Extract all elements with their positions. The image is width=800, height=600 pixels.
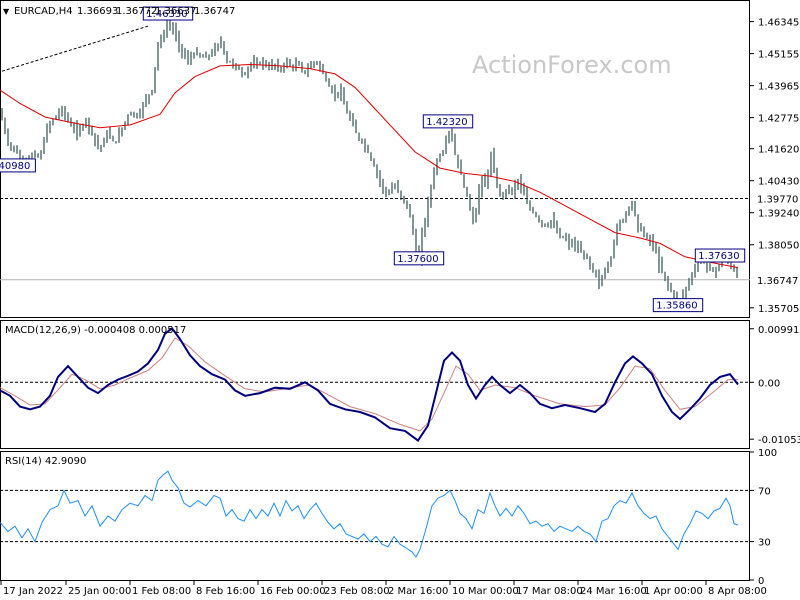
price-annotation-label: 1.35860 bbox=[656, 301, 697, 312]
price-annotation-label: 1.42320 bbox=[426, 117, 467, 128]
watermark: ActionForex.com bbox=[472, 51, 672, 79]
ohlc-low: 1.36637 bbox=[155, 6, 196, 17]
ohlc-close: 1.36747 bbox=[194, 6, 235, 17]
price-annotation-label: 1.37600 bbox=[397, 254, 438, 265]
price-axis-tick-label: 1.35705 bbox=[758, 304, 799, 315]
macd-panel-border bbox=[0, 320, 750, 449]
price-axis-tick-label: 1.45155 bbox=[758, 50, 799, 61]
x-axis-label: 24 Mar 16:00 bbox=[580, 586, 647, 597]
chevron-down-icon: ▼ bbox=[3, 7, 10, 16]
eurcad-chart: ActionForex.com 1.463301.423201.409801.3… bbox=[0, 0, 800, 597]
macd-axis-tick-label: -0.010536 bbox=[758, 435, 800, 446]
macd-panel: MACD(12,26,9) -0.000408 0.000517 bbox=[0, 320, 750, 449]
current-price-tag: 1.36747 bbox=[757, 276, 798, 287]
macd-axis-tick-label: 0.00 bbox=[758, 378, 780, 389]
ohlc-high: 1.36772 bbox=[116, 6, 157, 17]
x-axis-label: 23 Feb 08:00 bbox=[324, 586, 390, 597]
price-chart-title: ▼ EURCAD,H4 1.36693 1.36772 1.36637 1.36… bbox=[3, 6, 235, 17]
price-axis-tick-label: 1.42775 bbox=[758, 114, 799, 125]
price-axis-tick-label: 1.38050 bbox=[758, 241, 799, 252]
ohlc-open: 1.36693 bbox=[77, 6, 118, 17]
macd-title: MACD(12,26,9) -0.000408 0.000517 bbox=[5, 325, 186, 336]
macd-axis-tick-label: 0.009919 bbox=[758, 325, 800, 336]
x-axis-label: 1 Feb 08:00 bbox=[132, 586, 191, 597]
price-axis-tick-label: 1.40430 bbox=[758, 177, 799, 188]
price-axis-tick-label: 1.41620 bbox=[758, 145, 799, 156]
x-axis-label: 17 Jan 2022 bbox=[3, 586, 63, 597]
rsi-axis-tick-label: 100 bbox=[758, 448, 777, 459]
price-chart-symbol: EURCAD,H4 bbox=[14, 6, 73, 17]
x-axis-label: 8 Feb 16:00 bbox=[196, 586, 255, 597]
price-annotation-label: 1.40980 bbox=[0, 161, 30, 172]
x-axis-label: 2 Mar 16:00 bbox=[388, 586, 448, 597]
rsi-title: RSI(14) 42.9090 bbox=[5, 456, 86, 467]
rsi-axis-tick-label: 70 bbox=[758, 486, 771, 497]
x-axis-label: 1 Apr 00:00 bbox=[644, 586, 703, 597]
level-price-tag: 1.39770 bbox=[757, 194, 798, 205]
price-panel-border bbox=[0, 0, 750, 318]
price-annotation-label: 1.37630 bbox=[698, 251, 739, 262]
x-axis-label: 16 Feb 00:00 bbox=[260, 586, 326, 597]
price-axis-tick-label: 1.43965 bbox=[758, 82, 799, 93]
rsi-panel: RSI(14) 42.9090 bbox=[0, 451, 750, 581]
x-axis-label: 10 Mar 00:00 bbox=[452, 586, 519, 597]
price-panel: ActionForex.com 1.463301.423201.409801.3… bbox=[0, 0, 750, 318]
price-axis-tick-label: 1.39240 bbox=[758, 209, 799, 220]
price-axis-tick-label: 1.46345 bbox=[758, 18, 799, 29]
x-axis-label: 8 Apr 08:00 bbox=[708, 586, 767, 597]
rsi-panel-border bbox=[0, 451, 750, 581]
x-axis-label: 17 Mar 08:00 bbox=[516, 586, 583, 597]
rsi-axis-tick-label: 30 bbox=[758, 538, 771, 549]
x-axis-label: 25 Jan 00:00 bbox=[68, 586, 131, 597]
